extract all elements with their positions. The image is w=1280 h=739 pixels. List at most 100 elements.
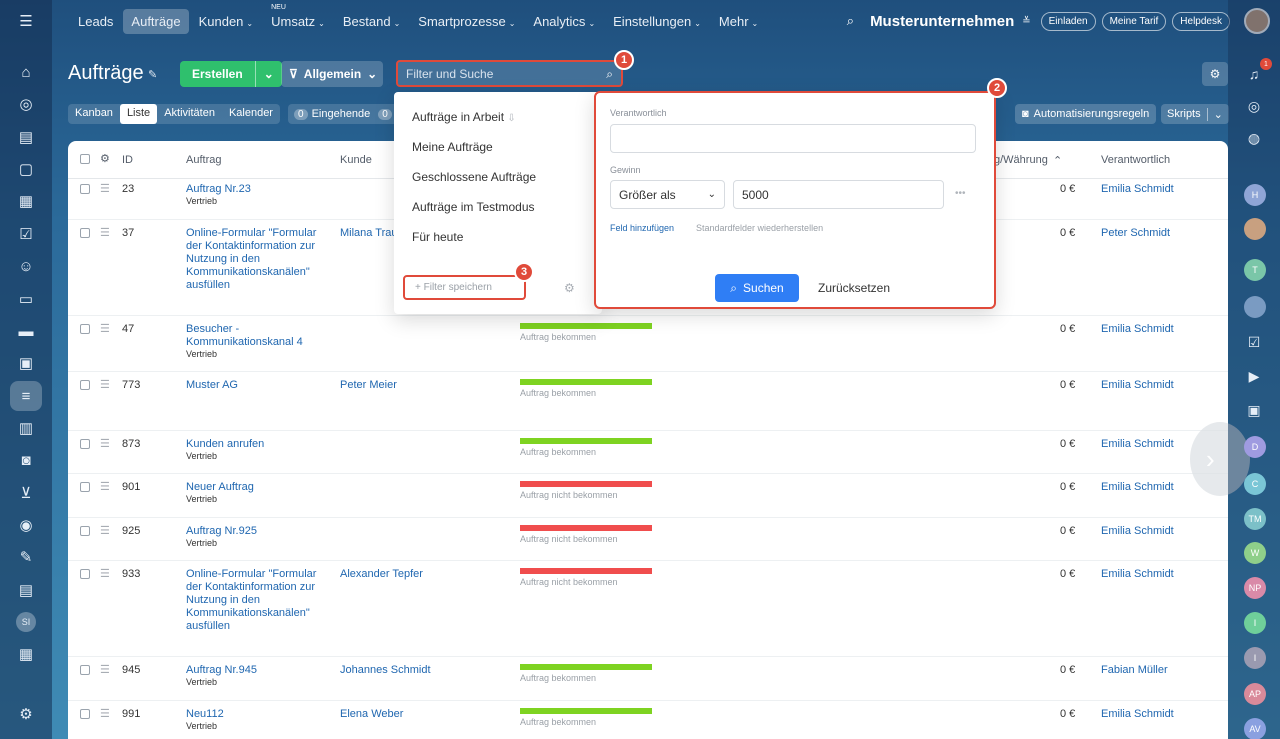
robot-icon[interactable]: ◙: [14, 448, 38, 472]
row-checkbox[interactable]: [80, 709, 90, 719]
deal-stage[interactable]: Auftrag bekommen: [520, 664, 652, 683]
drag-handle-icon[interactable]: ☰: [100, 182, 110, 195]
pin-icon[interactable]: ⇩: [507, 113, 515, 124]
nav-stock[interactable]: Bestand ⌄: [335, 9, 408, 34]
deal-stage[interactable]: Auftrag nicht bekommen: [520, 525, 652, 544]
deal-title[interactable]: Auftrag Nr.925 Vertrieb: [186, 525, 326, 549]
crm-icon[interactable]: ≡: [10, 381, 42, 411]
table-row[interactable]: ☰ 873 Kunden anrufen Vertrieb Auftrag bekomm…: [68, 431, 1228, 474]
drag-handle-icon[interactable]: ☰: [100, 437, 110, 450]
card-icon[interactable]: ▤: [14, 578, 38, 602]
nav-revenue[interactable]: NEU Umsatz ⌄: [263, 4, 333, 34]
deal-responsible[interactable]: Emilia Schmidt: [1101, 323, 1174, 335]
drag-handle-icon[interactable]: ☰: [100, 567, 110, 580]
deal-client[interactable]: Milana Trau: [340, 227, 397, 239]
header-deal[interactable]: Auftrag: [186, 154, 221, 166]
deal-title-text[interactable]: Kunden anrufen: [186, 438, 264, 450]
contact-avatar[interactable]: I: [1244, 647, 1266, 669]
row-checkbox[interactable]: [80, 228, 90, 238]
deal-title-text[interactable]: Online-Formular "Formular der Kontaktinf…: [186, 568, 316, 632]
save-filter-button[interactable]: + Filter speichern: [403, 275, 526, 300]
gear-icon[interactable]: ⚙: [100, 152, 110, 165]
contact-avatar[interactable]: I: [1244, 612, 1266, 634]
nav-deals[interactable]: Aufträge: [123, 8, 189, 34]
drag-handle-icon[interactable]: ☰: [100, 707, 110, 720]
nav-settings[interactable]: Einstellungen ⌄: [605, 9, 709, 34]
sliders-icon[interactable]: ≚: [1022, 16, 1030, 27]
drag-handle-icon[interactable]: ☰: [100, 480, 110, 493]
contact-avatar[interactable]: D: [1244, 436, 1266, 458]
cart-icon[interactable]: ⊻: [14, 481, 38, 505]
profit-value-input[interactable]: 5000: [733, 180, 944, 209]
header-responsible[interactable]: Verantwortlich: [1101, 154, 1170, 166]
select-all-checkbox[interactable]: [80, 154, 90, 164]
sort-icon[interactable]: ⌃: [1053, 154, 1062, 167]
chevron-down-icon[interactable]: ⌄: [254, 61, 282, 87]
chat-icon[interactable]: ◍: [1242, 126, 1266, 150]
nav-smart-processes[interactable]: Smartprozesse ⌄: [410, 9, 523, 34]
checklist-icon[interactable]: ☑: [1242, 330, 1266, 354]
contacts-icon[interactable]: ☺: [14, 254, 38, 278]
deal-title[interactable]: Neuer Auftrag Vertrieb: [186, 481, 326, 505]
contact-avatar[interactable]: T: [1244, 259, 1266, 281]
deal-stage[interactable]: Auftrag bekommen: [520, 708, 652, 727]
contact-avatar[interactable]: C: [1244, 473, 1266, 495]
menu-icon[interactable]: ☰: [14, 9, 38, 33]
contact-avatar[interactable]: NP: [1244, 577, 1266, 599]
row-checkbox[interactable]: [80, 380, 90, 390]
deal-title-text[interactable]: Neu112: [186, 708, 224, 720]
table-row[interactable]: ☰ 933 Online-Formular "Formular der Kontak…: [68, 561, 1228, 657]
view-calendar[interactable]: Kalender: [222, 104, 280, 124]
contact-avatar[interactable]: AV: [1244, 718, 1266, 739]
lock-icon[interactable]: ▣: [1242, 398, 1266, 422]
deal-responsible[interactable]: Emilia Schmidt: [1101, 525, 1174, 537]
search-input[interactable]: [398, 62, 621, 85]
deal-title[interactable]: Online-Formular "Formular der Kontaktinf…: [186, 227, 326, 292]
scripts-button[interactable]: Skripts ⌄: [1161, 104, 1229, 124]
table-row[interactable]: ☰ 47 Besucher - Kommunikationskanal 4 Vertr…: [68, 316, 1228, 372]
deal-client[interactable]: Johannes Schmidt: [340, 664, 431, 676]
deal-stage[interactable]: Auftrag nicht bekommen: [520, 481, 652, 500]
contact-avatar[interactable]: TM: [1244, 508, 1266, 530]
header-sum[interactable]: g/Währung: [994, 154, 1048, 166]
drag-handle-icon[interactable]: ☰: [100, 322, 110, 335]
nav-analytics[interactable]: Analytics ⌄: [525, 9, 603, 34]
helpdesk-button[interactable]: Helpdesk: [1172, 11, 1230, 31]
deal-title[interactable]: Kunden anrufen Vertrieb: [186, 438, 326, 462]
deal-responsible[interactable]: Emilia Schmidt: [1101, 708, 1174, 720]
deal-stage[interactable]: Auftrag nicht bekommen: [520, 568, 652, 587]
documents-icon[interactable]: ▭: [14, 287, 38, 311]
row-checkbox[interactable]: [80, 526, 90, 536]
row-checkbox[interactable]: [80, 665, 90, 675]
nav-customers[interactable]: Kunden ⌄: [191, 9, 262, 34]
deal-title-text[interactable]: Besucher - Kommunikationskanal 4: [186, 323, 303, 348]
invite-button[interactable]: Einladen: [1040, 11, 1096, 31]
user-avatar[interactable]: SI: [16, 612, 36, 632]
contact-avatar[interactable]: [1244, 218, 1266, 240]
contact-avatar[interactable]: [1244, 296, 1266, 318]
tasks-icon[interactable]: ▤: [14, 125, 38, 149]
add-field-link[interactable]: Feld hinzufügen: [610, 223, 674, 233]
deal-title[interactable]: Auftrag Nr.945 Vertrieb: [186, 664, 326, 688]
target-icon[interactable]: ◉: [14, 513, 38, 537]
deal-title-text[interactable]: Auftrag Nr.23: [186, 183, 251, 195]
drag-handle-icon[interactable]: ☰: [100, 226, 110, 239]
reset-button[interactable]: Zurücksetzen: [818, 281, 890, 295]
video-icon[interactable]: ▶: [1242, 364, 1266, 388]
automation-button[interactable]: ◙ Automatisierungsregeln: [1015, 104, 1157, 124]
deal-responsible[interactable]: Emilia Schmidt: [1101, 438, 1174, 450]
deal-title[interactable]: Besucher - Kommunikationskanal 4 Vertrieb: [186, 323, 326, 360]
tariff-button[interactable]: Meine Tarif: [1101, 11, 1167, 31]
contact-avatar[interactable]: H: [1244, 184, 1266, 206]
operator-select[interactable]: Größer als ⌄: [610, 180, 725, 209]
deal-title[interactable]: Muster AG: [186, 379, 326, 392]
checklist-icon[interactable]: ☑: [14, 222, 38, 246]
home-icon[interactable]: ⌂: [14, 60, 38, 84]
search-icon[interactable]: ⌕: [606, 67, 613, 82]
header-client[interactable]: Kunde: [340, 154, 372, 166]
deal-title[interactable]: Auftrag Nr.23 Vertrieb: [186, 183, 326, 207]
preset-item[interactable]: Aufträge im Testmodus: [412, 200, 535, 214]
create-button[interactable]: Erstellen ⌄: [180, 61, 282, 87]
inbox-icon[interactable]: ▬: [14, 319, 38, 343]
presentation-icon[interactable]: ▣: [14, 351, 38, 375]
